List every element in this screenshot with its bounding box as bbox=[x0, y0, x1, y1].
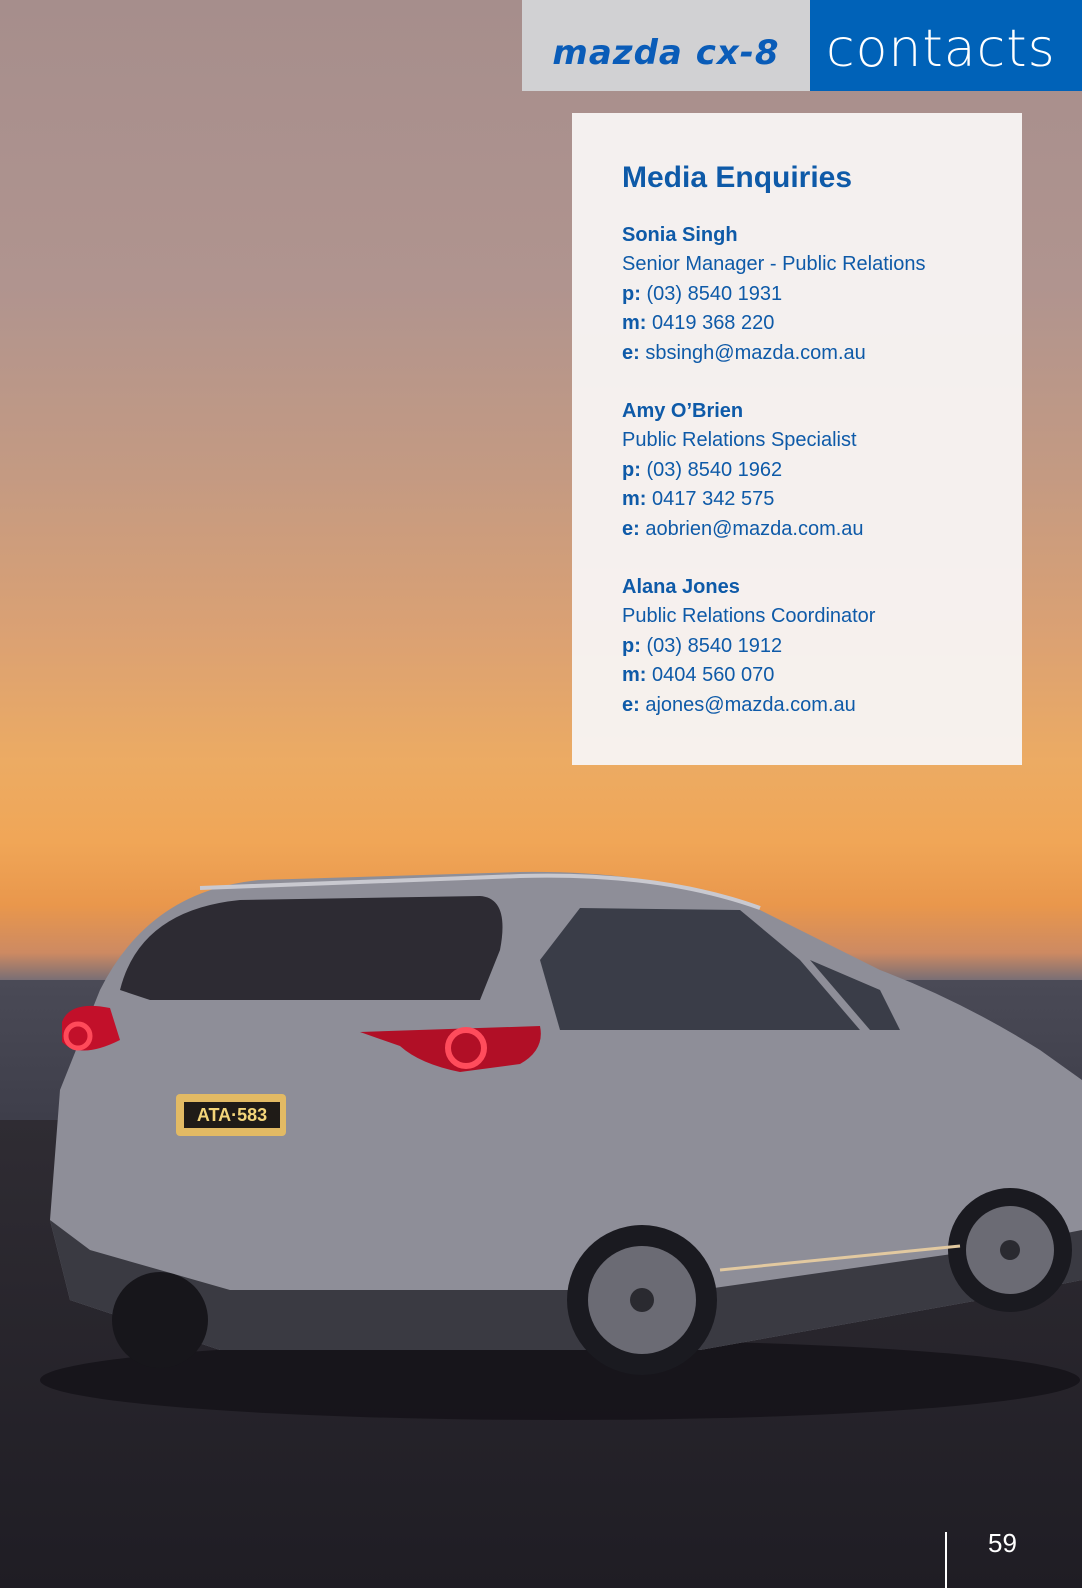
mazda-cx8-logo: mazda CX-8 bbox=[522, 0, 810, 91]
license-plate-text: ATA·583 bbox=[197, 1105, 267, 1125]
contact-mobile: m: 0417 342 575 bbox=[622, 485, 1022, 514]
brand-logo-text: mazda CX-8 bbox=[552, 32, 780, 73]
email-link[interactable]: aobrien@mazda.com.au bbox=[645, 518, 863, 540]
mobile-label: m: bbox=[622, 488, 647, 511]
phone-value[interactable]: (03) 8540 1962 bbox=[646, 459, 782, 481]
card-title: Media Enquiries bbox=[622, 161, 853, 194]
mobile-value[interactable]: 0419 368 220 bbox=[652, 312, 774, 334]
contact-phone: p: (03) 8540 1962 bbox=[622, 456, 1022, 485]
page-number-divider bbox=[945, 1532, 947, 1588]
contact-role: Senior Manager - Public Relations bbox=[622, 253, 926, 276]
contact-email: e: aobrien@mazda.com.au bbox=[622, 515, 1022, 544]
section-title-bar: contacts bbox=[810, 0, 1082, 91]
contact-role: Public Relations Coordinator bbox=[622, 605, 876, 628]
mobile-label: m: bbox=[622, 312, 647, 335]
section-title: contacts bbox=[826, 18, 1056, 79]
phone-value[interactable]: (03) 8540 1912 bbox=[646, 635, 782, 657]
contact-name: Alana Jones bbox=[622, 576, 740, 599]
contact-phone: p: (03) 8540 1931 bbox=[622, 280, 1022, 309]
phone-label: p: bbox=[622, 282, 641, 305]
mobile-value[interactable]: 0404 560 070 bbox=[652, 664, 774, 686]
email-label: e: bbox=[622, 693, 640, 716]
email-link[interactable]: sbsingh@mazda.com.au bbox=[645, 342, 865, 364]
hero-car-image: ATA·583 bbox=[40, 871, 1082, 1420]
contact-amy-obrien: Amy O’Brien Public Relations Specialist … bbox=[622, 397, 1022, 544]
page-number: 59 bbox=[988, 1528, 1017, 1558]
email-link[interactable]: ajones@mazda.com.au bbox=[645, 694, 855, 716]
email-label: e: bbox=[622, 341, 640, 364]
brochure-page: ATA·583 mazda CX-8 contacts Media Enquir… bbox=[0, 0, 1082, 1588]
contact-email: e: sbsingh@mazda.com.au bbox=[622, 339, 1022, 368]
media-enquiries-card: Media Enquiries Sonia Singh Senior Manag… bbox=[572, 113, 1022, 765]
email-label: e: bbox=[622, 517, 640, 540]
phone-label: p: bbox=[622, 458, 641, 481]
contact-phone: p: (03) 8540 1912 bbox=[622, 632, 1022, 661]
contact-email: e: ajones@mazda.com.au bbox=[622, 691, 1022, 720]
contact-role: Public Relations Specialist bbox=[622, 429, 857, 452]
contact-mobile: m: 0419 368 220 bbox=[622, 309, 1022, 338]
contact-mobile: m: 0404 560 070 bbox=[622, 661, 1022, 690]
contact-name: Sonia Singh bbox=[622, 224, 738, 246]
phone-label: p: bbox=[622, 634, 641, 657]
phone-value[interactable]: (03) 8540 1931 bbox=[646, 283, 782, 305]
contact-sonia-singh: Sonia Singh Senior Manager - Public Rela… bbox=[622, 221, 1022, 368]
mobile-value[interactable]: 0417 342 575 bbox=[652, 488, 774, 510]
contact-name: Amy O’Brien bbox=[622, 400, 744, 423]
page-header: mazda CX-8 contacts bbox=[522, 0, 1082, 91]
contact-alana-jones: Alana Jones Public Relations Coordinator… bbox=[622, 573, 1022, 720]
mobile-label: m: bbox=[622, 664, 647, 687]
